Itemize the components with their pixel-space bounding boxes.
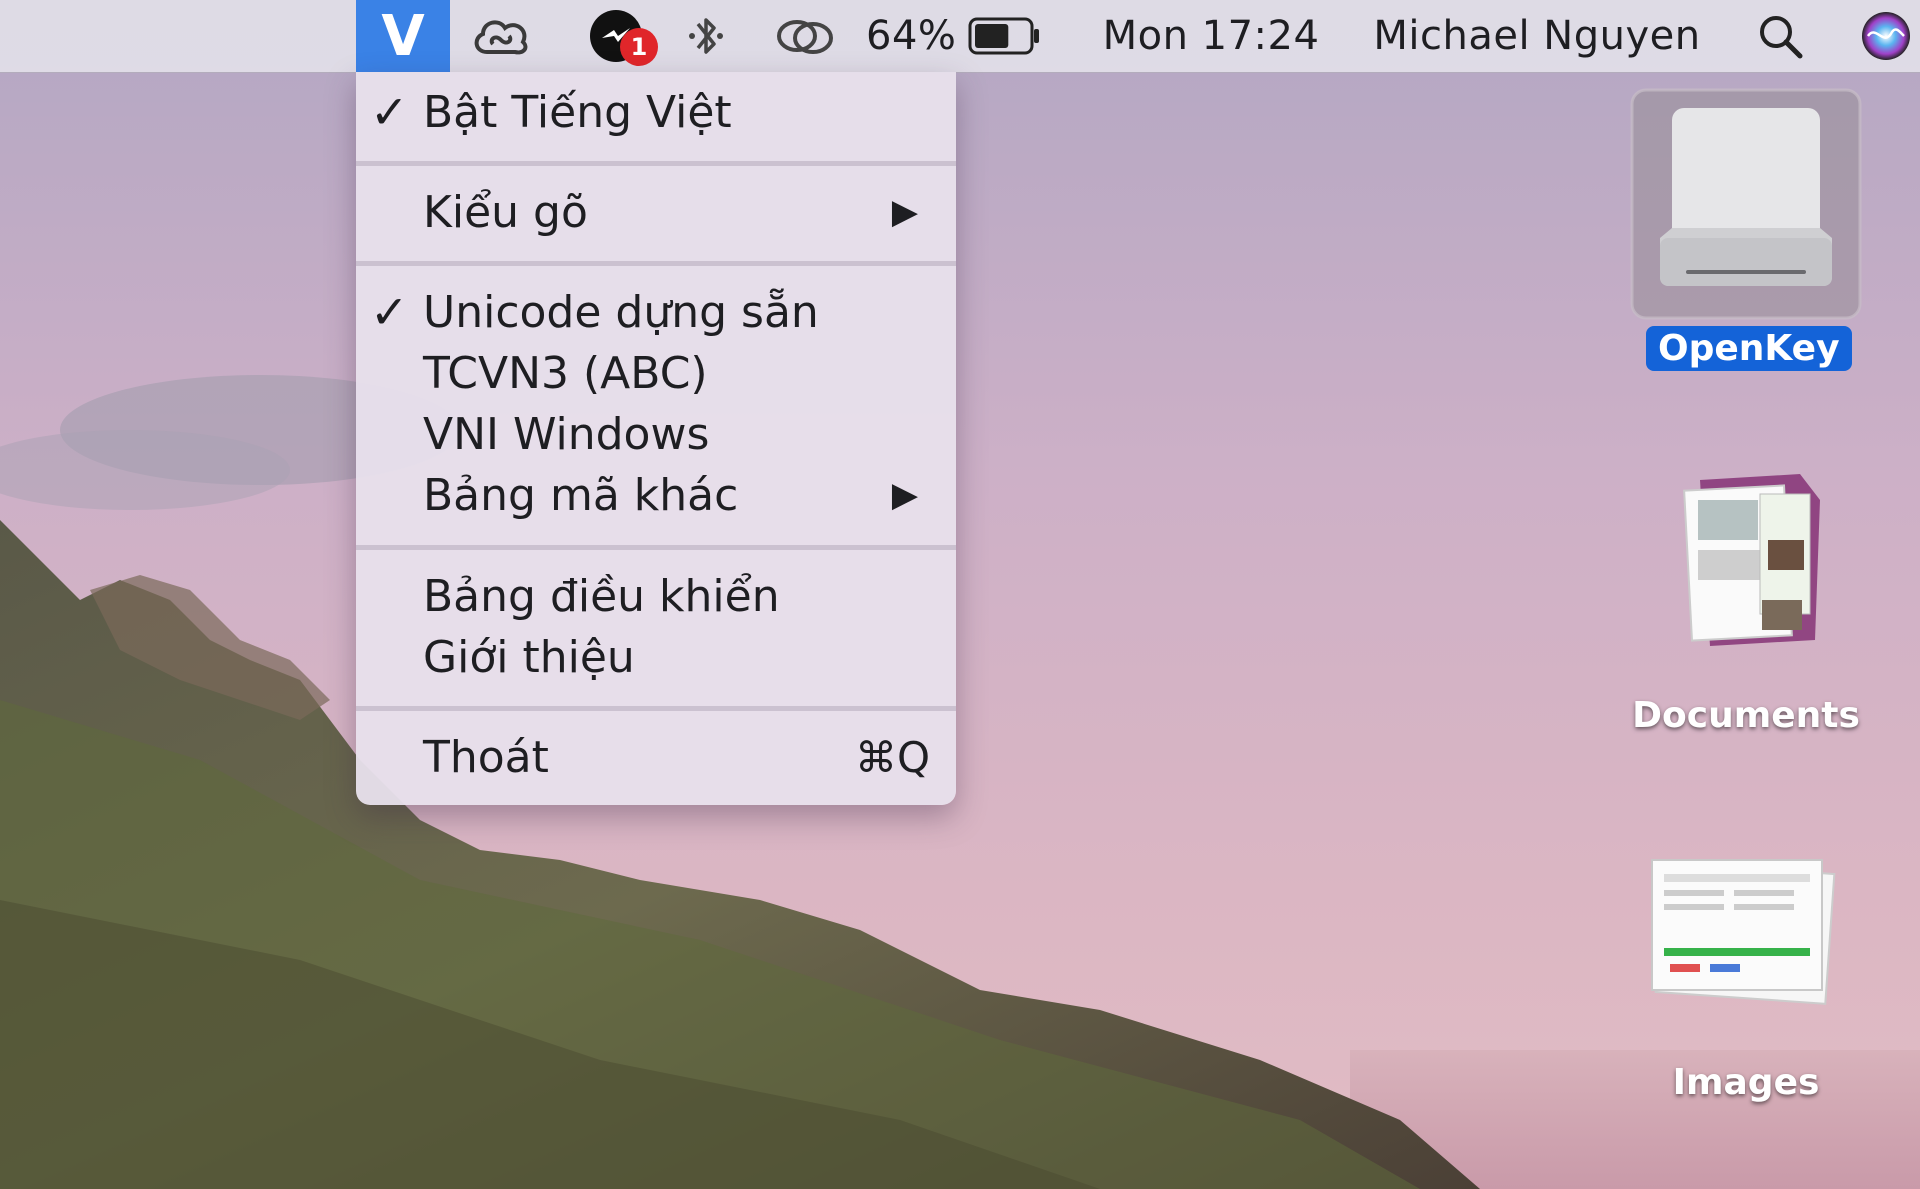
checkmark-icon: ✓ <box>370 85 409 139</box>
menu-bar: V 1 64% Mon 17:24 Michael Nguyen <box>0 0 1920 73</box>
menu-item-about[interactable]: Giới thiệu <box>356 627 956 687</box>
menu-item-control-panel[interactable]: Bảng điều khiển <box>356 566 956 626</box>
search-icon <box>1760 16 1803 59</box>
menu-item-tcvn3[interactable]: TCVN3 (ABC) <box>356 343 956 403</box>
bluetooth-status-item[interactable] <box>680 0 732 72</box>
desktop-icon-images[interactable]: Images <box>1630 840 1862 1110</box>
menu-item-label: Unicode dựng sẵn <box>423 286 819 338</box>
desktop-icon-label: Documents <box>1632 695 1860 736</box>
airplay-link-icon <box>777 20 833 54</box>
battery-status-item[interactable]: 64% <box>866 0 1046 72</box>
menu-item-label: Giới thiệu <box>423 631 635 683</box>
creative-cloud-status-item[interactable] <box>466 0 536 72</box>
openkey-v-icon: V <box>381 3 425 69</box>
battery-percent: 64% <box>866 13 957 59</box>
menu-item-label: Bảng điều khiển <box>423 570 780 622</box>
menu-separator <box>356 545 956 550</box>
menu-item-other-charsets[interactable]: Bảng mã khác ▶ <box>356 465 956 525</box>
menu-item-label: VNI Windows <box>423 408 710 460</box>
creative-cloud-icon <box>474 20 528 55</box>
notification-badge: 1 <box>620 28 658 66</box>
desktop-icon-documents[interactable]: Documents <box>1630 470 1862 740</box>
menu-separator <box>356 706 956 711</box>
user-account-menu[interactable]: Michael Nguyen <box>1362 0 1712 72</box>
spotlight-button[interactable] <box>1750 0 1810 72</box>
menu-item-label: Kiểu gõ <box>423 186 588 238</box>
menu-item-enable-vietnamese[interactable]: ✓ Bật Tiếng Việt <box>356 82 956 142</box>
menu-item-shortcut: ⌘Q <box>854 732 930 782</box>
user-name: Michael Nguyen <box>1373 13 1701 59</box>
desktop-icon-openkey[interactable]: OpenKey <box>1630 88 1862 388</box>
desktop-icon-label: OpenKey <box>1646 326 1852 371</box>
clock-text: Mon 17:24 <box>1102 13 1320 59</box>
menu-separator <box>356 161 956 166</box>
siri-button[interactable] <box>1856 0 1916 72</box>
desktop-icon-label: Images <box>1672 1062 1820 1103</box>
menu-item-unicode[interactable]: ✓ Unicode dựng sẵn <box>356 282 956 342</box>
submenu-arrow-icon: ▶ <box>891 192 918 232</box>
menu-item-label: Bật Tiếng Việt <box>423 86 732 138</box>
checkmark-icon: ✓ <box>370 285 409 339</box>
drive-icon <box>1630 88 1862 320</box>
menu-item-label: Bảng mã khác <box>423 469 739 521</box>
openkey-dropdown-menu: ✓ Bật Tiếng Việt Kiểu gõ ▶ ✓ Unicode dựn… <box>356 72 956 805</box>
menu-item-input-method[interactable]: Kiểu gõ ▶ <box>356 182 956 242</box>
submenu-arrow-icon: ▶ <box>891 475 918 515</box>
openkey-menu-extra[interactable]: V <box>356 0 450 72</box>
menu-item-label: TCVN3 (ABC) <box>423 347 708 399</box>
documents-icon <box>1683 474 1820 646</box>
siri-icon <box>1862 12 1910 60</box>
airplay-link-status-item[interactable] <box>770 0 840 72</box>
menu-separator <box>356 261 956 266</box>
battery-icon <box>968 17 1040 55</box>
bluetooth-icon <box>689 18 723 54</box>
menu-item-quit[interactable]: Thoát ⌘Q <box>356 727 956 787</box>
menu-item-vni-windows[interactable]: VNI Windows <box>356 404 956 464</box>
clock[interactable]: Mon 17:24 <box>1098 0 1324 72</box>
messenger-status-item[interactable]: 1 <box>576 0 658 72</box>
menu-item-label: Thoát <box>423 731 549 783</box>
images-icon <box>1651 859 1836 1005</box>
